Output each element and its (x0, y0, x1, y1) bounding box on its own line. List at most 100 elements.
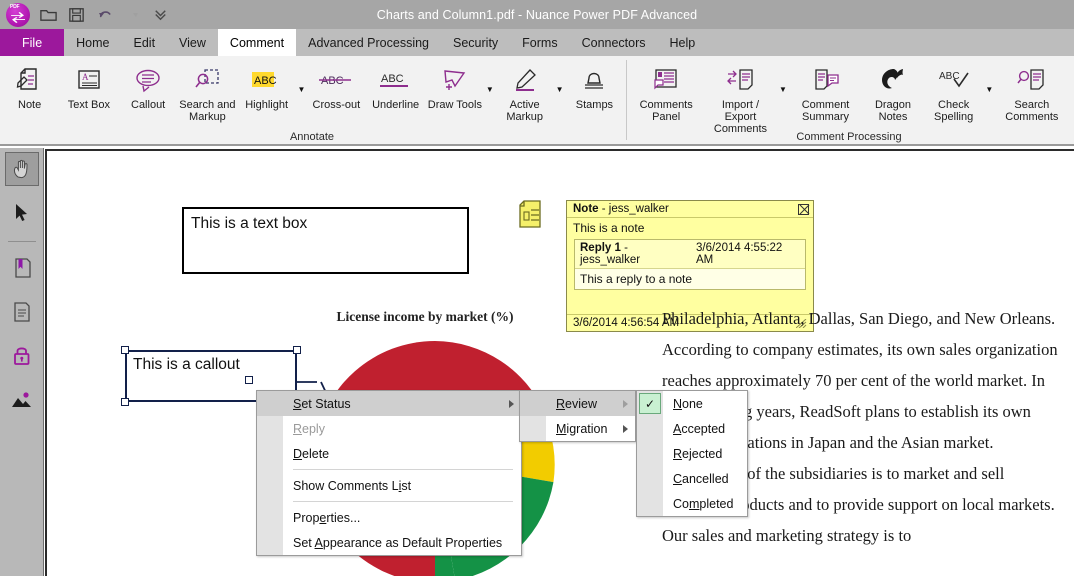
open-icon[interactable] (39, 5, 58, 24)
ribbon-button-note[interactable]: Note (0, 59, 59, 111)
sidebar-item-images[interactable] (5, 383, 39, 417)
pdf-logo-icon[interactable]: PDF (6, 2, 30, 27)
tab-edit[interactable]: Edit (122, 29, 168, 56)
sidebar-item-select-tool[interactable] (5, 196, 39, 230)
note-annotation-icon[interactable] (518, 199, 546, 229)
callout-handle-tl[interactable] (121, 346, 129, 354)
document-page[interactable]: This is a text box License income by mar… (45, 149, 1074, 576)
draw-tools-dropdown-caret-icon[interactable]: ▼ (485, 85, 496, 94)
note-reply: Reply 1 - jess_walker 3/6/2014 4:55:22 A… (574, 239, 806, 290)
context-menu[interactable]: Set Status Reply Delete Show Comments Li… (256, 390, 522, 556)
ribbon-label: Text Box (67, 99, 110, 111)
note-body-text[interactable]: This is a note (567, 218, 813, 239)
tab-connectors[interactable]: Connectors (570, 29, 658, 56)
sidebar-divider (7, 241, 36, 242)
ribbon-button-active-markup[interactable]: Active Markup (495, 59, 554, 123)
tab-comment[interactable]: Comment (217, 29, 297, 56)
active-markup-dropdown-caret-icon[interactable]: ▼ (554, 85, 565, 94)
ribbon-label: Stamps (575, 99, 614, 111)
menu-item-migration[interactable]: Migration (520, 416, 635, 441)
callout-leader-handle[interactable] (245, 376, 253, 384)
tab-forms[interactable]: Forms (510, 29, 569, 56)
import-export-dropdown-caret-icon[interactable]: ▼ (778, 85, 789, 94)
ribbon-button-comments-panel[interactable]: Comments Panel (629, 59, 703, 123)
svg-text:A: A (82, 72, 89, 82)
menu-item-delete[interactable]: Delete (257, 441, 521, 466)
callout-handle-bl[interactable] (121, 398, 129, 406)
ribbon-label: Comments Panel (639, 99, 693, 123)
ribbon-button-callout[interactable]: Callout (119, 59, 178, 111)
tab-advanced-processing[interactable]: Advanced Processing (296, 29, 441, 56)
submenu-review-status[interactable]: ✓ None Accepted Rejected Cancelled Compl… (636, 390, 748, 517)
note-reply-author: jess_walker (580, 254, 641, 266)
menu-item-properties[interactable]: Properties... (257, 505, 521, 530)
menu-item-status-rejected[interactable]: Rejected (637, 441, 747, 466)
check-spelling-dropdown-caret-icon[interactable]: ▼ (984, 85, 995, 94)
ribbon-button-draw-tools[interactable]: Draw Tools (425, 59, 484, 111)
underline-icon: ABC (375, 63, 417, 97)
svg-text:ABC: ABC (321, 75, 344, 87)
menu-separator (293, 469, 513, 470)
sidebar-item-hand-tool[interactable] (4, 152, 39, 186)
menu-item-status-cancelled[interactable]: Cancelled (637, 466, 747, 491)
tab-home[interactable]: Home (64, 29, 121, 56)
menu-item-review[interactable]: Review (520, 391, 635, 416)
cross-out-icon: ABC (315, 63, 357, 97)
draw-tools-icon (440, 63, 470, 97)
ribbon-group-annotate: Note A Text Box Callout Search and Marku… (0, 56, 624, 144)
ribbon-button-dragon-notes[interactable]: Dragon Notes (863, 59, 924, 123)
chevron-right-icon (623, 399, 628, 408)
text-box-annotation[interactable]: This is a text box (182, 207, 469, 274)
ribbon-label: Search and Markup (179, 99, 236, 123)
left-sidebar (0, 148, 44, 576)
tab-security[interactable]: Security (441, 29, 510, 56)
dragon-notes-icon (878, 63, 908, 97)
ribbon-button-underline[interactable]: ABC Underline (366, 59, 425, 111)
customize-qat-icon[interactable] (151, 5, 170, 24)
security-lock-icon (13, 347, 29, 365)
sidebar-item-bookmarks[interactable] (5, 251, 39, 285)
note-icon (15, 63, 45, 97)
ribbon-label: Search Comments (1005, 99, 1059, 123)
menu-item-set-status[interactable]: Set Status (257, 391, 521, 416)
save-icon[interactable] (67, 5, 86, 24)
undo-icon[interactable] (95, 5, 114, 24)
sidebar-item-security[interactable] (5, 339, 39, 373)
note-popup-header: Note - jess_walker (567, 201, 813, 218)
ribbon-tabstrip: File Home Edit View Comment Advanced Pro… (0, 29, 1074, 56)
ribbon-button-comment-summary[interactable]: Comment Summary (788, 59, 862, 123)
ribbon-label: Note (18, 99, 42, 111)
menu-item-status-accepted[interactable]: Accepted (637, 416, 747, 441)
menu-item-show-comments-list[interactable]: Show Comments List (257, 473, 521, 498)
highlight-dropdown-caret-icon[interactable]: ▼ (296, 85, 307, 94)
ribbon-button-import-export-comments[interactable]: Import / Export Comments (703, 59, 777, 135)
submenu-set-status[interactable]: Review Migration (519, 390, 636, 442)
sidebar-item-pages[interactable] (5, 295, 39, 329)
ribbon-button-highlight[interactable]: ABC Highlight (237, 59, 296, 111)
logo-arrow-icon (11, 11, 25, 23)
tab-help[interactable]: Help (658, 29, 708, 56)
note-reply-body[interactable]: This a reply to a note (575, 269, 805, 289)
note-author: jess_walker (608, 203, 669, 215)
svg-text:ABC: ABC (939, 71, 960, 82)
ribbon-button-cross-out[interactable]: ABC Cross-out (307, 59, 366, 111)
menu-item-set-appearance-default[interactable]: Set Appearance as Default Properties (257, 530, 521, 555)
note-author-sep: - (598, 203, 609, 215)
chevron-right-icon (623, 424, 628, 433)
ribbon-group-divider (626, 60, 627, 140)
tab-file[interactable]: File (0, 29, 65, 56)
ribbon-button-stamps[interactable]: Stamps (565, 59, 624, 111)
callout-handle-tr[interactable] (293, 346, 301, 354)
ribbon-button-search-and-markup[interactable]: Search and Markup (178, 59, 237, 123)
ribbon-label: Check Spelling (934, 99, 974, 123)
ribbon-button-check-spelling[interactable]: ABC Check Spelling (923, 59, 984, 123)
ribbon-button-search-comments[interactable]: Search Comments (995, 59, 1069, 123)
menu-item-status-completed[interactable]: Completed (637, 491, 747, 516)
menu-separator (293, 501, 513, 502)
ribbon-button-text-box[interactable]: A Text Box (59, 59, 118, 111)
images-icon (11, 392, 31, 407)
tab-view[interactable]: View (167, 29, 218, 56)
check-spelling-icon: ABC (936, 63, 972, 97)
note-close-icon[interactable] (798, 203, 809, 215)
menu-item-status-none[interactable]: ✓ None (637, 391, 747, 416)
